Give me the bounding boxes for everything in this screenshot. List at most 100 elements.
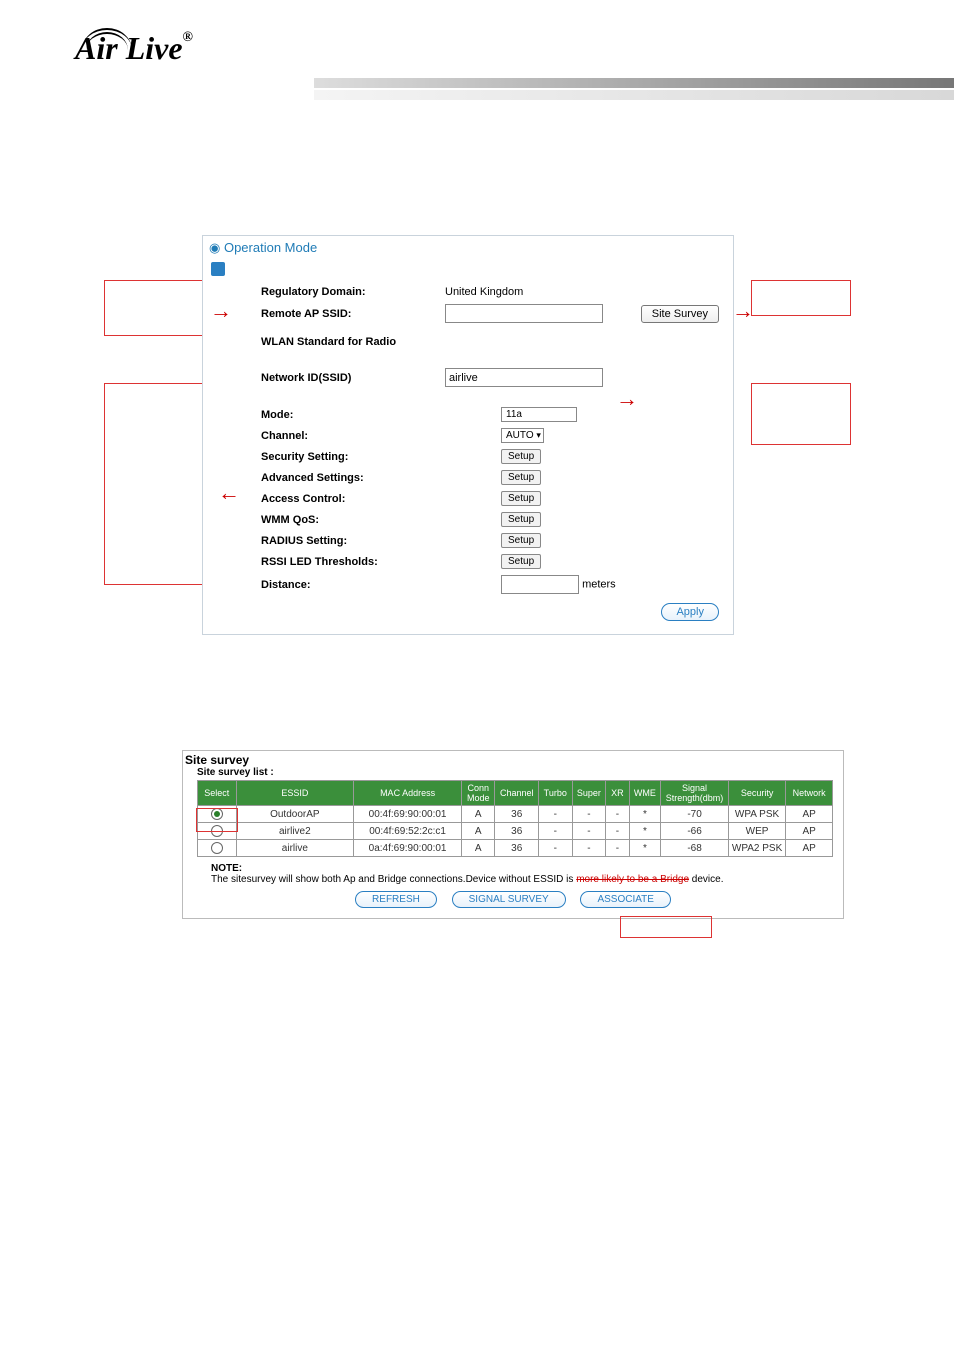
channel-value: AUTO xyxy=(506,430,534,441)
cell-conn: A xyxy=(462,840,495,857)
cell-xr: - xyxy=(606,806,629,823)
th-conn: Conn Mode xyxy=(462,781,495,806)
callout-associate xyxy=(620,916,712,938)
remote-ssid-input[interactable] xyxy=(445,304,603,323)
wmm-setup-button[interactable]: Setup xyxy=(501,512,541,527)
th-xr: XR xyxy=(606,781,629,806)
note-text-a: The sitesurvey will show both Ap and Bri… xyxy=(211,874,576,885)
table-row: airlive2 00:4f:69:52:2c:c1 A 36 - - - * … xyxy=(198,823,833,840)
cell-xr: - xyxy=(606,823,629,840)
brand-logo: Air Live® xyxy=(75,30,193,67)
table-header-row: Select ESSID MAC Address Conn Mode Chann… xyxy=(198,781,833,806)
site-survey-subtitle: Site survey list : xyxy=(183,767,843,780)
cell-mac: 00:4f:69:52:2c:c1 xyxy=(354,823,462,840)
operation-mode-panel: ◉ Operation Mode Regulatory Domain: Unit… xyxy=(202,235,734,635)
th-channel: Channel xyxy=(495,781,539,806)
cell-channel: 36 xyxy=(495,806,539,823)
settings-form: Regulatory Domain: United Kingdom Remote… xyxy=(211,283,725,624)
th-wme: WME xyxy=(629,781,661,806)
arrow-right-icon-3: → xyxy=(732,300,754,322)
row-select-radio[interactable] xyxy=(211,842,223,854)
cell-super: - xyxy=(572,823,606,840)
panel-title: ◉ Operation Mode xyxy=(203,236,733,258)
cell-signal: -68 xyxy=(661,840,729,857)
rssi-setup-button[interactable]: Setup xyxy=(501,554,541,569)
th-super: Super xyxy=(572,781,606,806)
callout-box-2 xyxy=(104,383,204,585)
th-mac: MAC Address xyxy=(354,781,462,806)
radius-setup-button[interactable]: Setup xyxy=(501,533,541,548)
home-icon[interactable] xyxy=(211,262,225,276)
cell-mac: 00:4f:69:90:00:01 xyxy=(354,806,462,823)
cell-wme: * xyxy=(629,840,661,857)
label-rssi: RSSI LED Thresholds: xyxy=(211,551,443,572)
brand-text: Air Live xyxy=(75,30,183,66)
header-stripe-dark xyxy=(314,78,954,88)
brand-reg: ® xyxy=(183,30,193,45)
cell-signal: -66 xyxy=(661,823,729,840)
label-security: Security Setting: xyxy=(211,446,443,467)
arrow-right-icon-2: → xyxy=(616,388,638,410)
site-survey-buttons: REFRESH SIGNAL SURVEY ASSOCIATE xyxy=(183,887,843,918)
table-row: airlive 0a:4f:69:90:00:01 A 36 - - - * -… xyxy=(198,840,833,857)
note-label: NOTE: xyxy=(211,863,242,874)
arrow-right-icon: → xyxy=(210,300,232,322)
site-survey-table: Select ESSID MAC Address Conn Mode Chann… xyxy=(197,780,833,857)
channel-select[interactable]: AUTO ▾ xyxy=(501,428,544,443)
security-setup-button[interactable]: Setup xyxy=(501,449,541,464)
label-distance: Distance: xyxy=(211,572,443,597)
distance-input[interactable] xyxy=(501,575,579,594)
cell-signal: -70 xyxy=(661,806,729,823)
panel-title-text: Operation Mode xyxy=(224,240,317,255)
ssid-input[interactable] xyxy=(445,368,603,387)
cell-essid: OutdoorAP xyxy=(236,806,353,823)
cell-network: AP xyxy=(786,840,833,857)
cell-network: AP xyxy=(786,823,833,840)
cell-wme: * xyxy=(629,806,661,823)
cell-turbo: - xyxy=(539,823,573,840)
cell-conn: A xyxy=(462,823,495,840)
cell-security: WEP xyxy=(728,823,785,840)
advanced-setup-button[interactable]: Setup xyxy=(501,470,541,485)
label-wmm: WMM QoS: xyxy=(211,509,443,530)
cell-security: WPA2 PSK xyxy=(728,840,785,857)
signal-survey-button[interactable]: SIGNAL SURVEY xyxy=(452,891,566,908)
cell-turbo: - xyxy=(539,806,573,823)
note-block: NOTE: The sitesurvey will show both Ap a… xyxy=(183,857,843,887)
label-access-control: Access Control: xyxy=(211,488,443,509)
callout-box-3 xyxy=(751,280,851,316)
th-select: Select xyxy=(198,781,237,806)
callout-box-4 xyxy=(751,383,851,445)
label-mode: Mode: xyxy=(211,404,443,425)
label-advanced: Advanced Settings: xyxy=(211,467,443,488)
arrow-left-icon: ← xyxy=(218,482,240,504)
cell-wme: * xyxy=(629,823,661,840)
site-survey-title: Site survey xyxy=(183,751,843,767)
cell-channel: 36 xyxy=(495,823,539,840)
refresh-button[interactable]: REFRESH xyxy=(355,891,437,908)
label-radius: RADIUS Setting: xyxy=(211,530,443,551)
cell-mac: 0a:4f:69:90:00:01 xyxy=(354,840,462,857)
label-wlan-std: WLAN Standard for Radio xyxy=(211,326,443,351)
cell-essid: airlive2 xyxy=(236,823,353,840)
note-text-strike: more likely to be a Bridge xyxy=(576,874,689,885)
chevron-down-icon: ▾ xyxy=(536,430,541,440)
site-survey-panel: Site survey Site survey list : Select ES… xyxy=(182,750,844,919)
associate-button[interactable]: ASSOCIATE xyxy=(580,891,671,908)
title-bullet-icon: ◉ xyxy=(209,240,220,255)
value-regdom: United Kingdom xyxy=(443,283,632,301)
cell-super: - xyxy=(572,806,606,823)
cell-super: - xyxy=(572,840,606,857)
apply-button[interactable]: Apply xyxy=(661,603,719,621)
cell-essid: airlive xyxy=(236,840,353,857)
cell-xr: - xyxy=(606,840,629,857)
cell-security: WPA PSK xyxy=(728,806,785,823)
mode-value: 11a xyxy=(501,407,577,422)
site-survey-button[interactable]: Site Survey xyxy=(641,305,719,323)
acl-setup-button[interactable]: Setup xyxy=(501,491,541,506)
table-row: OutdoorAP 00:4f:69:90:00:01 A 36 - - - *… xyxy=(198,806,833,823)
th-signal: Signal Strength(dbm) xyxy=(661,781,729,806)
th-network: Network xyxy=(786,781,833,806)
th-security: Security xyxy=(728,781,785,806)
cell-turbo: - xyxy=(539,840,573,857)
